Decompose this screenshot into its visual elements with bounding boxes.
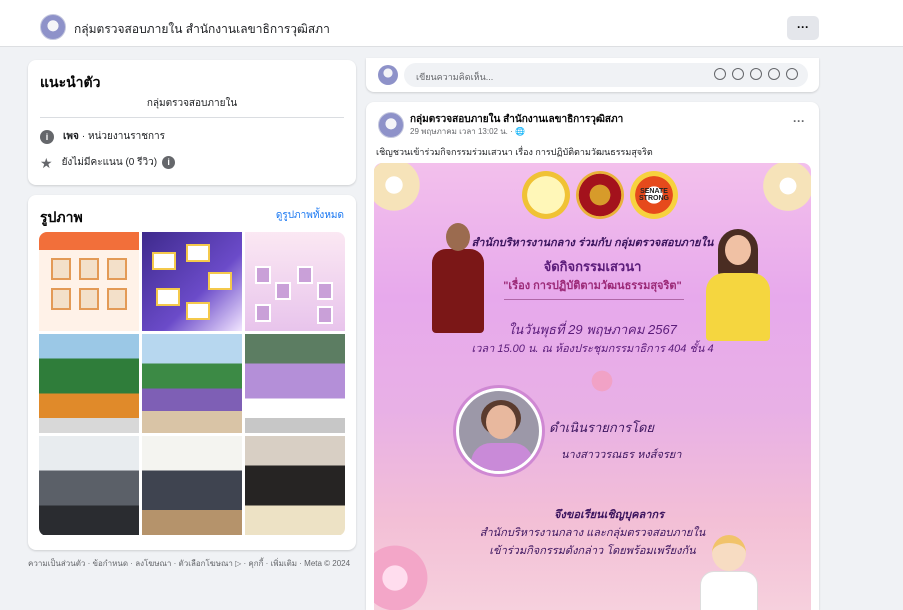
photo-thumbnail[interactable] <box>39 334 139 433</box>
poster-host-label: ดำเนินรายการโดย <box>549 420 655 435</box>
comment-composer: เขียนความคิดเห็น... <box>366 58 819 92</box>
senate-emblem-logo <box>576 171 624 219</box>
page-title[interactable]: กลุ่มตรวจสอบภายใน สำนักงานเลขาธิการวุฒิส… <box>74 20 330 39</box>
host-portrait <box>456 388 542 474</box>
post-author-avatar[interactable] <box>378 112 404 138</box>
agency-logo <box>522 171 570 219</box>
flower-decoration <box>374 163 424 215</box>
photos-heading: รูปภาพ <box>40 209 83 225</box>
photo-thumbnail[interactable] <box>39 436 139 535</box>
cartoon-character <box>694 535 764 610</box>
intro-divider <box>40 117 344 118</box>
post-timestamp[interactable]: 29 พฤษภาคม เวลา 13:02 น. · 🌐 <box>410 125 525 138</box>
page-type-row: i เพจ · หน่วยงานราชการ <box>40 129 165 144</box>
photo-thumbnail[interactable] <box>39 232 139 331</box>
photo-thumbnail[interactable] <box>142 334 242 433</box>
sticker-icon[interactable] <box>786 68 798 80</box>
comment-placeholder: เขียนความคิดเห็น... <box>416 72 494 82</box>
rating-text: ยังไม่มีคะแนน (0 รีวิว) <box>61 157 158 168</box>
senate-strong-logo: SENATE STRONG <box>630 171 678 219</box>
intro-card: แนะนำตัว กลุ่มตรวจสอบภายใน i เพจ · หน่วย… <box>28 60 356 185</box>
post-card: กลุ่มตรวจสอบภายใน สำนักงานเลขาธิการวุฒิส… <box>366 102 819 610</box>
photo-thumbnail[interactable] <box>245 232 345 331</box>
see-all-photos-link[interactable]: ดูรูปภาพทั้งหมด <box>276 208 344 223</box>
rating-info-icon[interactable]: i <box>162 156 176 169</box>
intro-bio: กลุ่มตรวจสอบภายใน <box>146 98 238 109</box>
photo-thumbnail[interactable] <box>142 436 242 535</box>
flower-decoration <box>759 163 811 215</box>
poster-event-title: จัดกิจกรรมเสวนา <box>543 259 642 274</box>
emoji-icon[interactable] <box>732 68 744 80</box>
flower-decoration <box>584 363 620 399</box>
intro-heading: แนะนำตัว <box>40 74 101 90</box>
avatar-sticker-icon[interactable] <box>714 68 726 80</box>
page-type-label: เพจ <box>63 131 79 142</box>
poster-topic: "เรื่อง การปฏิบัติตามวัฒนธรรมสุจริต" <box>503 280 682 292</box>
more-options-button[interactable]: ··· <box>787 16 819 40</box>
photo-grid <box>39 232 345 536</box>
post-image[interactable]: SENATE STRONG สำนักบริหารงานกลาง ร่วมกับ… <box>374 163 811 610</box>
photo-thumbnail[interactable] <box>245 436 345 535</box>
senate-strong-text: SENATE STRONG <box>639 188 669 202</box>
photos-card: รูปภาพ ดูรูปภาพทั้งหมด <box>28 195 356 550</box>
comment-tools <box>714 68 798 80</box>
info-icon: i <box>40 129 54 144</box>
star-icon: ★ <box>40 154 53 171</box>
poster-invite-line-1: จึงขอเรียนเชิญบุคลากร <box>554 509 664 521</box>
poster-host-name: นางสาววรณธร หงส์จรยา <box>561 449 682 461</box>
poster-time-place: เวลา 15.00 น. ณ ห้องประชุมกรรมาธิการ 404… <box>471 343 714 355</box>
photo-thumbnail[interactable] <box>245 334 345 433</box>
poster-organizers: สำนักบริหารงานกลาง ร่วมกับ กลุ่มตรวจสอบภ… <box>471 237 714 249</box>
footer-links[interactable]: ความเป็นส่วนตัว · ข้อกำหนด · ลงโฆษณา · ต… <box>28 558 358 569</box>
ornament-divider <box>504 299 684 300</box>
poster-date: ในวันพุธที่ 29 พฤษภาคม 2567 <box>508 322 677 337</box>
gif-icon[interactable] <box>768 68 780 80</box>
page-header-bar: กลุ่มตรวจสอบภายใน สำนักงานเลขาธิการวุฒิส… <box>0 0 903 47</box>
rating-row: ★ ยังไม่มีคะแนน (0 รีวิว) i <box>40 154 176 171</box>
user-avatar <box>378 65 398 85</box>
comment-input[interactable]: เขียนความคิดเห็น... <box>404 63 808 87</box>
page-avatar[interactable] <box>40 14 66 40</box>
photo-thumbnail[interactable] <box>142 232 242 331</box>
camera-icon[interactable] <box>750 68 762 80</box>
page-category: · หน่วยงานราชการ <box>81 131 166 142</box>
post-caption: เชิญชวนเข้าร่วมกิจกรรมร่วมเสวนา เรื่อง ก… <box>376 147 653 157</box>
post-options-button[interactable]: ··· <box>793 114 805 128</box>
